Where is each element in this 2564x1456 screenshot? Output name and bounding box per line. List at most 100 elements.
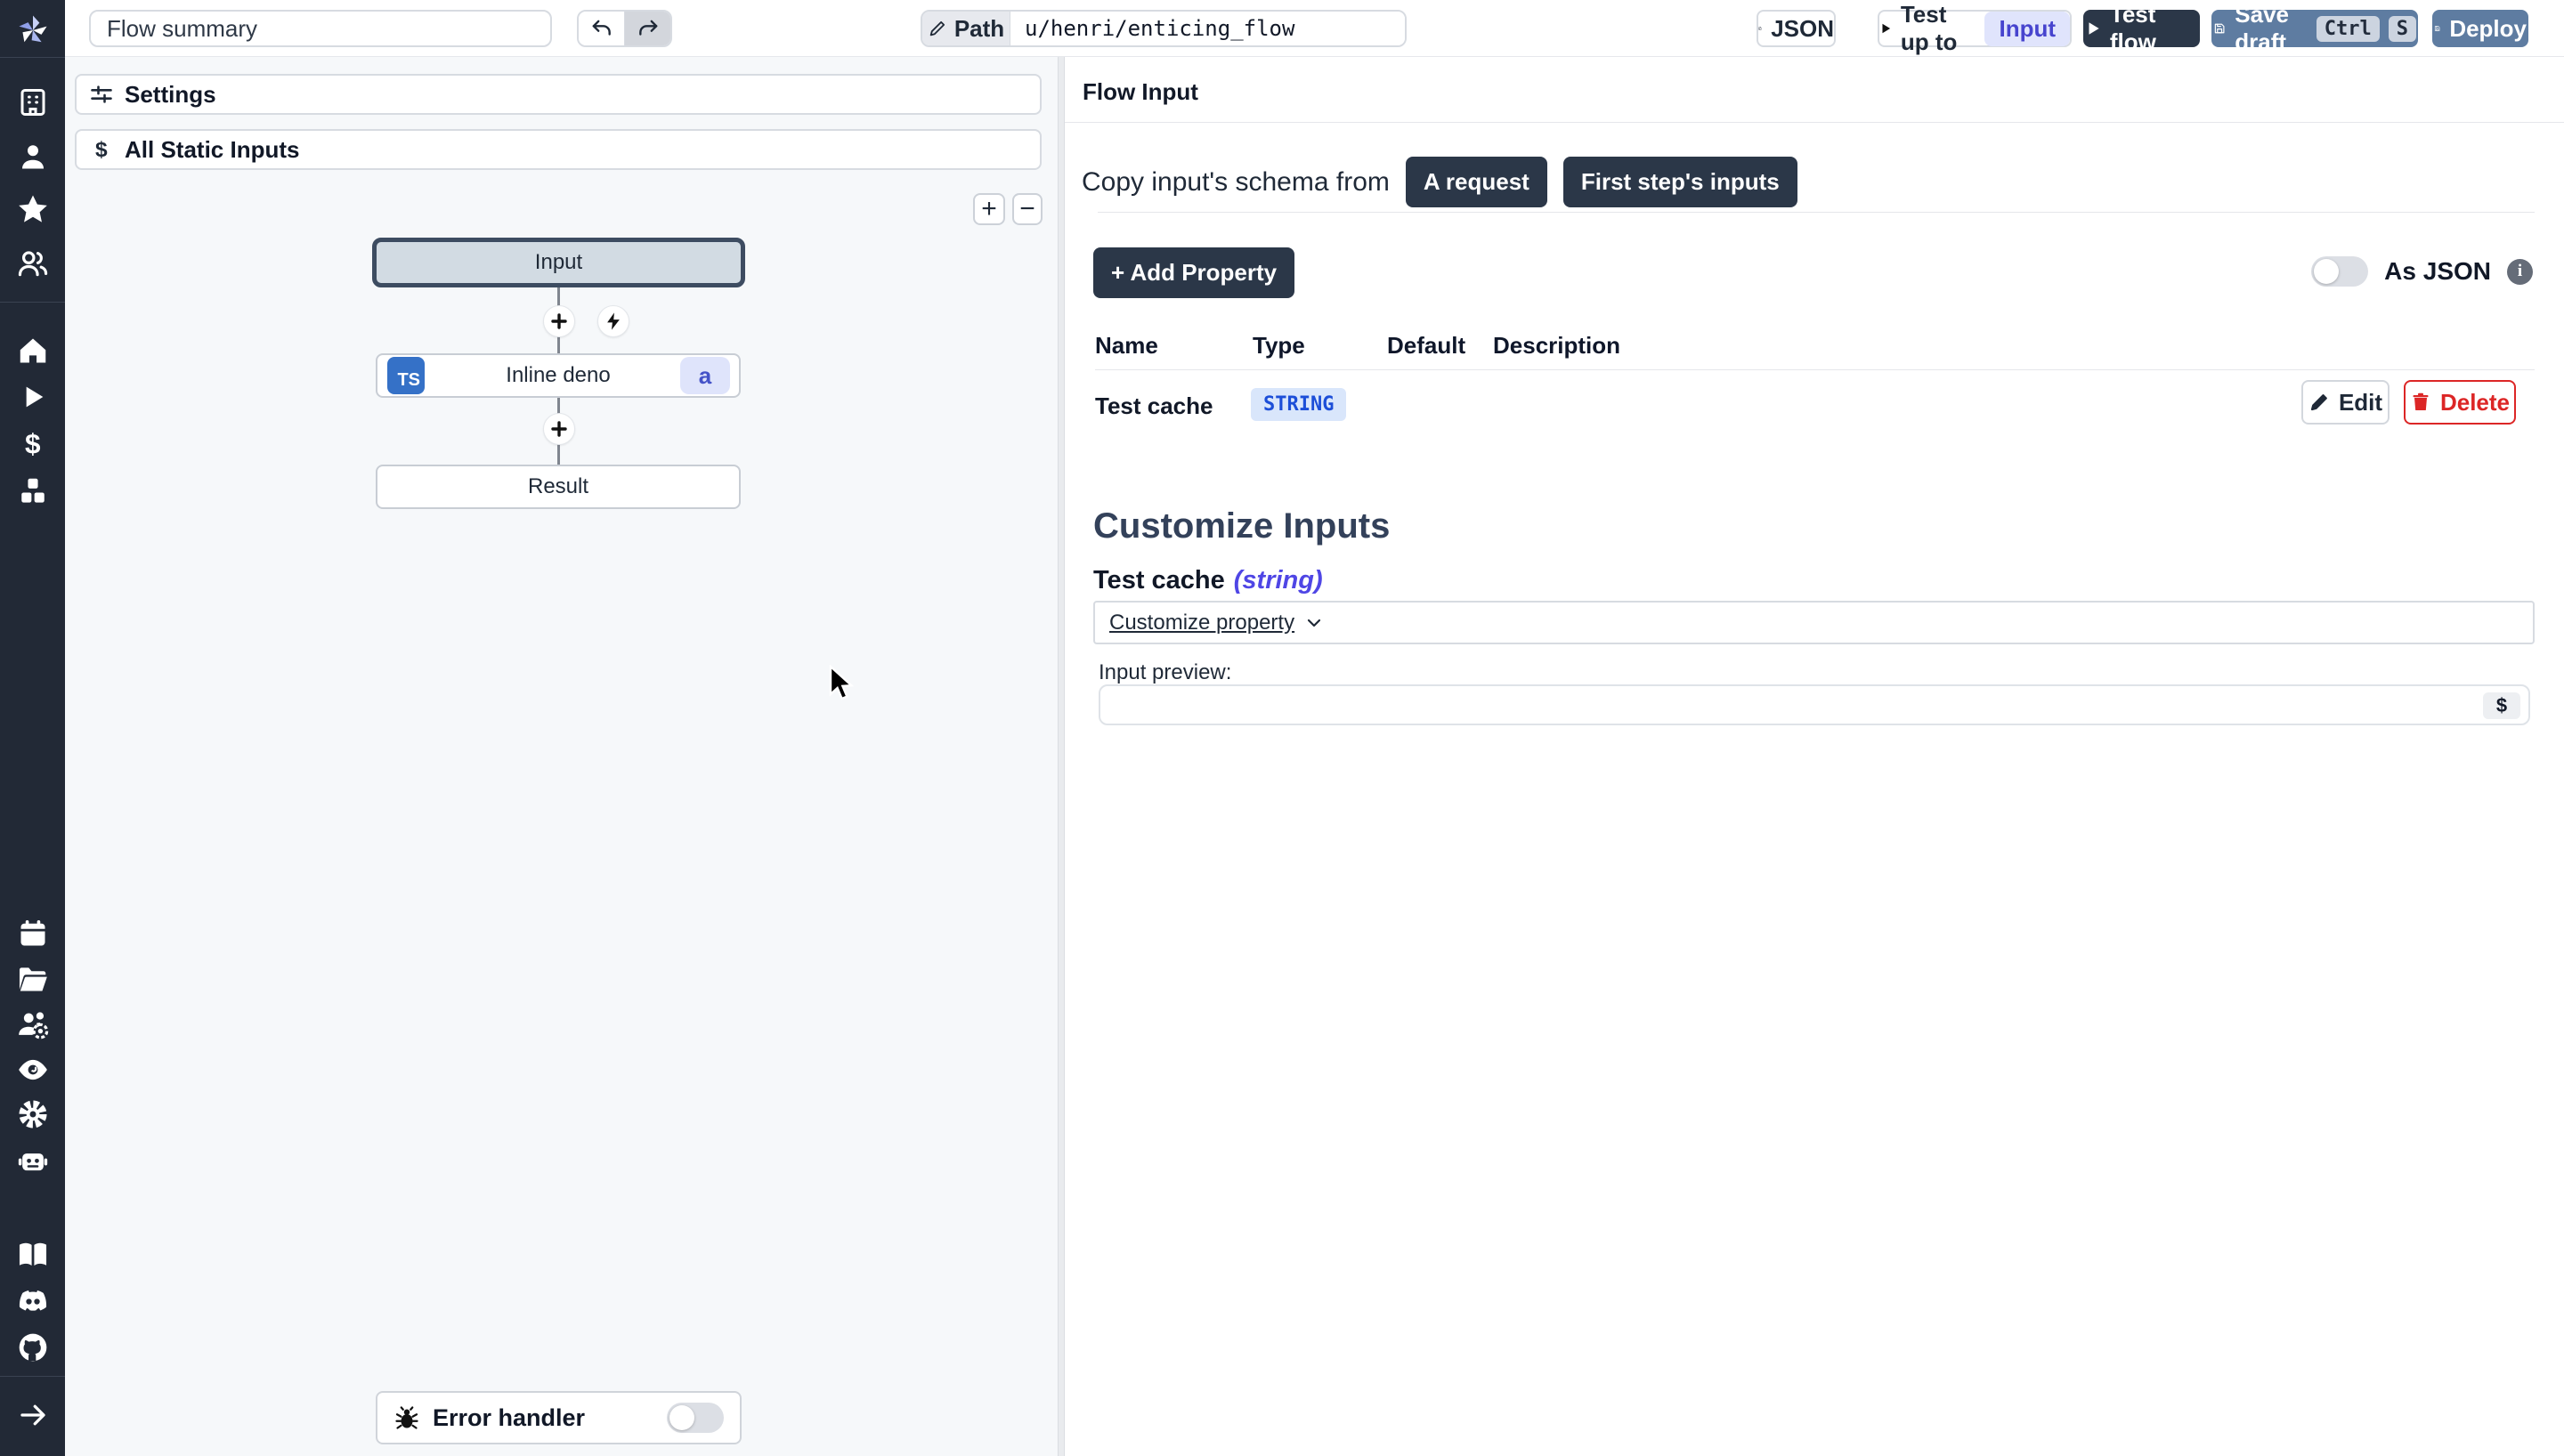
error-handler-toggle[interactable]: [667, 1403, 724, 1433]
play-icon: [1879, 20, 1892, 37]
divider: [1098, 212, 2535, 213]
toggle-knob: [669, 1405, 694, 1430]
users-icon[interactable]: [16, 247, 50, 280]
error-handler-label: Error handler: [433, 1404, 654, 1432]
deploy-button[interactable]: Deploy: [2432, 10, 2528, 47]
copy-from-first-step-label: First step's inputs: [1581, 168, 1780, 196]
column-header-default: Default: [1387, 332, 1465, 360]
sidebar-divider: [0, 302, 65, 303]
gear-icon[interactable]: [16, 1097, 50, 1131]
toggle-knob: [2314, 259, 2339, 284]
flow-canvas[interactable]: Settings $ All Static Inputs + − Input T…: [65, 57, 1058, 1456]
info-icon[interactable]: i: [2507, 259, 2533, 285]
windmill-logo-icon[interactable]: [14, 12, 52, 49]
path-label: Path: [922, 12, 1010, 45]
test-up-to-button[interactable]: Test up to Input: [1878, 10, 2072, 47]
field-name: Test cache: [1093, 566, 1225, 595]
save-draft-label: Save draft: [2235, 1, 2308, 56]
play-icon[interactable]: [19, 383, 47, 411]
undo-redo-group: [577, 10, 672, 47]
add-property-button[interactable]: + Add Property: [1093, 247, 1294, 298]
as-json-toggle[interactable]: [2311, 256, 2368, 287]
plus-icon: [548, 311, 570, 332]
all-static-inputs-button[interactable]: $ All Static Inputs: [75, 129, 1042, 170]
deploy-label: Deploy: [2449, 15, 2527, 43]
field-label: Test cache (string): [1093, 566, 1323, 595]
add-step-button[interactable]: [543, 413, 575, 445]
zoom-out-button[interactable]: −: [1012, 193, 1043, 225]
app-sidebar: $: [0, 0, 65, 1456]
flow-node-result[interactable]: Result: [376, 465, 741, 509]
all-static-inputs-label: All Static Inputs: [125, 136, 299, 164]
delete-button[interactable]: Delete: [2404, 380, 2516, 425]
calendar-icon[interactable]: [17, 918, 49, 950]
sidebar-divider: [0, 57, 65, 58]
flow-node-inline-deno[interactable]: TS Inline deno a: [376, 353, 741, 398]
discord-icon[interactable]: [15, 1283, 51, 1319]
test-flow-button[interactable]: Test flow: [2083, 10, 2200, 47]
path-group: Path: [921, 10, 1407, 47]
error-handler-node[interactable]: Error handler: [376, 1391, 742, 1444]
test-up-to-target-badge[interactable]: Input: [1984, 12, 2070, 46]
zoom-in-label: +: [981, 196, 997, 222]
variable-picker-button[interactable]: $: [2483, 692, 2520, 719]
column-header-description: Description: [1493, 332, 1620, 360]
dollar-icon: $: [89, 137, 114, 162]
book-icon[interactable]: [16, 1238, 50, 1272]
file-export-icon: [1758, 18, 1762, 39]
edit-button[interactable]: Edit: [2301, 380, 2390, 425]
flow-input-panel: Flow Input Copy input's schema from A re…: [1065, 57, 2564, 1456]
robot-icon[interactable]: [16, 1144, 50, 1177]
flow-node-result-label: Result: [528, 474, 588, 499]
field-type: (string): [1234, 566, 1323, 595]
column-header-type: Type: [1253, 332, 1305, 360]
path-input[interactable]: [1010, 12, 1405, 45]
divider: [1065, 122, 2564, 123]
dollar-label: $: [2496, 694, 2507, 717]
as-json-group: As JSON i: [2311, 256, 2533, 287]
json-button-label: JSON: [1771, 15, 1834, 43]
arrow-right-icon[interactable]: [17, 1399, 49, 1431]
customize-property-link[interactable]: Customize property: [1109, 611, 1294, 635]
star-icon[interactable]: [16, 192, 50, 226]
zoom-in-button[interactable]: +: [973, 193, 1005, 225]
github-icon[interactable]: [15, 1330, 51, 1365]
bolt-icon: [604, 311, 623, 331]
customize-inputs-title: Customize Inputs: [1093, 506, 1390, 546]
json-button[interactable]: JSON: [1757, 10, 1836, 47]
eye-icon[interactable]: [16, 1053, 50, 1087]
workspace-building-icon[interactable]: [17, 86, 49, 118]
flow-settings-button[interactable]: Settings: [75, 74, 1042, 115]
copy-from-request-label: A request: [1424, 168, 1529, 196]
property-type-badge: STRING: [1251, 388, 1346, 421]
trigger-bolt-button[interactable]: [597, 305, 629, 337]
svg-text:$: $: [25, 428, 41, 460]
as-json-label: As JSON: [2384, 257, 2491, 286]
input-preview-field[interactable]: [1100, 686, 2528, 724]
flow-node-step-label: Inline deno: [506, 363, 610, 388]
copy-from-request-button[interactable]: A request: [1406, 157, 1547, 207]
column-header-name: Name: [1095, 332, 1158, 360]
s-kbd: S: [2389, 16, 2416, 42]
flow-summary-input[interactable]: [89, 10, 552, 47]
undo-icon: [590, 17, 613, 40]
copy-from-first-step-button[interactable]: First step's inputs: [1563, 157, 1797, 207]
users-gear-icon[interactable]: [16, 1007, 50, 1041]
cubes-icon[interactable]: [17, 475, 49, 507]
topbar: Path JSON Test up to Input Test flow Sav…: [65, 0, 2564, 57]
dollar-icon[interactable]: $: [17, 428, 49, 460]
panel-splitter[interactable]: [1058, 57, 1065, 1456]
home-icon[interactable]: [17, 335, 49, 367]
divider: [1095, 369, 2535, 370]
info-glyph: i: [2518, 262, 2522, 281]
flow-node-input[interactable]: Input: [372, 238, 745, 287]
save-icon: [2213, 19, 2226, 38]
chevron-down-icon[interactable]: [1303, 612, 1325, 634]
user-icon[interactable]: [17, 141, 49, 173]
redo-button[interactable]: [625, 12, 670, 45]
folder-open-icon[interactable]: [16, 962, 50, 996]
add-step-button[interactable]: [543, 305, 575, 337]
trash-icon: [2410, 392, 2431, 413]
undo-button[interactable]: [579, 12, 625, 45]
save-draft-button[interactable]: Save draft Ctrl S: [2211, 10, 2418, 47]
